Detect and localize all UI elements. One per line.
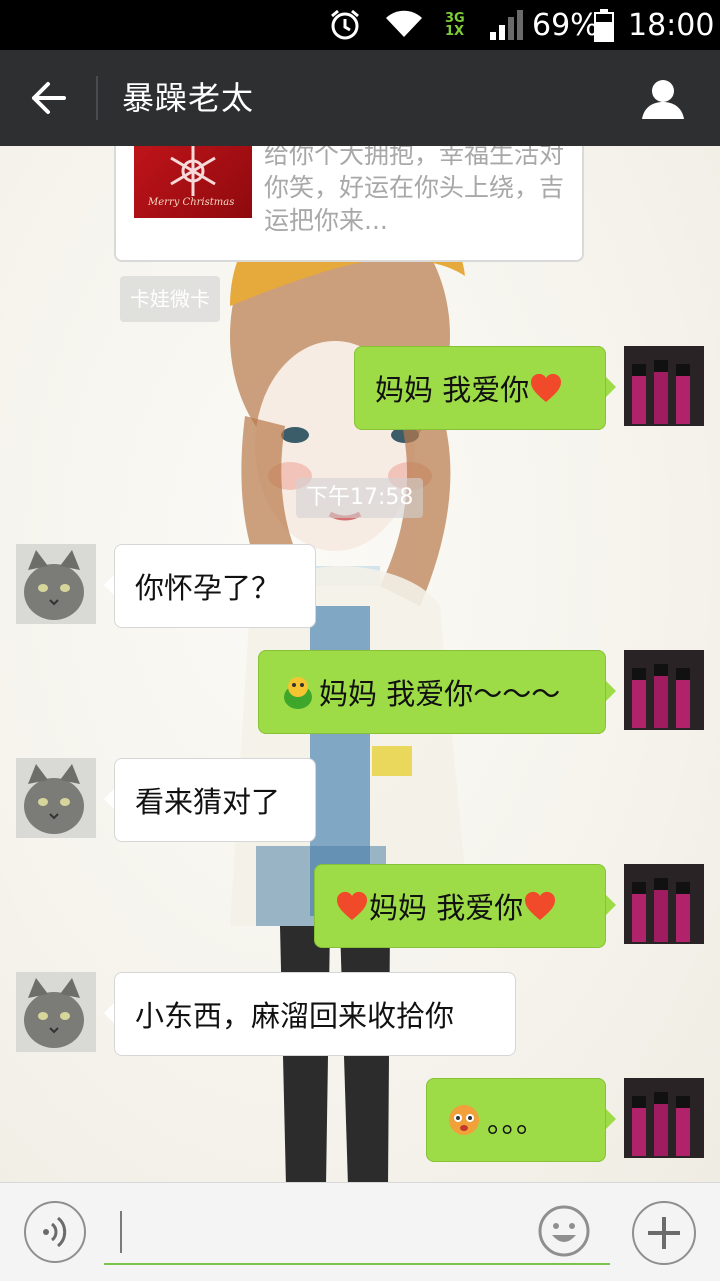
chat-area[interactable]: Merry Christmas 给你个大拥抱，幸福生活对你笑，好运在你头上绕，吉… — [0, 146, 720, 1182]
chat-header: 暴躁老太 — [0, 50, 720, 146]
heart-emoji-icon — [525, 891, 556, 920]
arrow-left-icon[interactable] — [28, 80, 68, 116]
message-text: 你怀孕了？ — [135, 571, 281, 605]
message-text: 妈妈 我爱你～～～ — [319, 677, 561, 711]
text-cursor — [120, 1211, 122, 1253]
shared-card[interactable]: Merry Christmas 给你个大拥抱，幸福生活对你笑，好运在你头上绕，吉… — [114, 146, 584, 262]
message-text: 妈妈 我爱你 — [369, 891, 524, 925]
message-text: 看来猜对了 — [135, 785, 281, 819]
battery-percent: 69% — [532, 7, 599, 43]
contact-avatar[interactable] — [16, 544, 96, 624]
message-text: 妈妈 我爱你 — [375, 373, 530, 407]
chat-title[interactable]: 暴躁老太 — [122, 50, 254, 146]
card-text: 给你个大拥抱，幸福生活对你笑，好运在你头上绕，吉运把你来... — [264, 146, 565, 235]
heart-emoji-icon — [531, 373, 562, 402]
clock-time: 18:00 — [628, 7, 715, 43]
alarm-icon — [328, 0, 362, 50]
card-thumbnail: Merry Christmas — [134, 146, 252, 218]
battery-icon — [593, 0, 615, 50]
my-avatar[interactable] — [624, 1078, 704, 1158]
input-bar — [0, 1182, 720, 1281]
message-bubble-outgoing[interactable]: 妈妈 我爱你 — [354, 346, 616, 430]
my-avatar[interactable] — [624, 864, 704, 944]
header-divider — [96, 76, 98, 120]
signal-strength-icon — [488, 0, 524, 50]
wifi-icon — [384, 0, 424, 50]
contact-avatar[interactable] — [16, 758, 96, 838]
network-type-indicator: 3G 1X — [445, 0, 465, 50]
my-avatar[interactable] — [624, 650, 704, 730]
message-bubble-outgoing[interactable]: 妈妈 我爱你～～～ — [258, 650, 616, 734]
message-bubble-incoming[interactable]: 小东西，麻溜回来收拾你 — [104, 972, 516, 1056]
voice-icon[interactable] — [24, 1201, 86, 1263]
status-bar: 3G 1X 69% 18:00 — [0, 0, 720, 50]
message-text: 小东西，麻溜回来收拾你 — [135, 999, 455, 1033]
card-source-tag: 卡娃微卡 — [120, 276, 220, 322]
plus-icon[interactable] — [632, 1201, 696, 1265]
card-image-caption: Merry Christmas — [148, 197, 235, 208]
contact-avatar[interactable] — [16, 972, 96, 1052]
frog-emoji-icon — [284, 677, 312, 709]
message-bubble-outgoing[interactable]: 。。。 — [426, 1078, 616, 1162]
person-icon[interactable] — [640, 78, 686, 120]
smiley-icon[interactable] — [536, 1203, 592, 1259]
my-avatar[interactable] — [624, 346, 704, 426]
message-bubble-incoming[interactable]: 看来猜对了 — [104, 758, 316, 842]
message-bubble-outgoing[interactable]: 妈妈 我爱你 — [314, 864, 616, 948]
message-input[interactable] — [104, 1207, 610, 1265]
network-1x-label: 1X — [445, 24, 465, 39]
message-bubble-incoming[interactable]: 你怀孕了？ — [104, 544, 316, 628]
embarrassed-emoji-icon — [449, 1105, 479, 1135]
message-text: 。。。 — [487, 1105, 546, 1139]
message-timestamp: 下午17:58 — [296, 478, 424, 518]
heart-emoji-icon — [336, 891, 368, 920]
